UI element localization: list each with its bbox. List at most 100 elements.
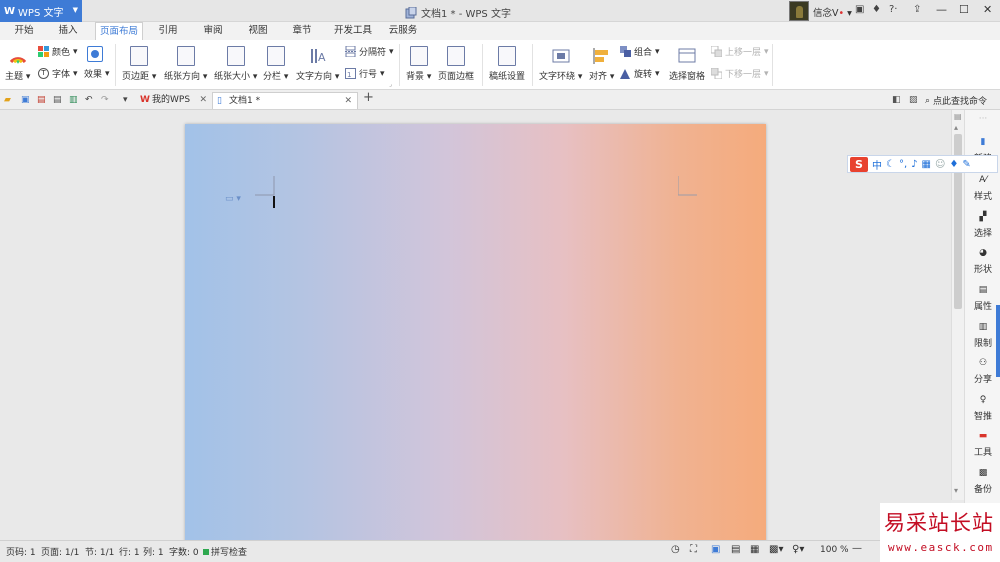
margins-button[interactable]: 页边距 ▾ [122,40,156,82]
split-icon[interactable]: ▤ [954,112,962,121]
send-backward-button[interactable]: 下移一层 ▾ [711,67,769,80]
tab-references[interactable]: 引用 [151,22,185,40]
open-icon[interactable]: ▰ [4,95,14,105]
zoom-level[interactable]: 100 % [820,545,849,555]
tab-chapter[interactable]: 章节 [285,22,319,40]
pane-styles[interactable]: A⁄ 样式 [965,175,1000,202]
sogou-logo-icon[interactable]: S [850,156,868,172]
tab-cloud[interactable]: 云服务 [383,22,423,40]
draft-paper-icon [498,46,516,66]
wrench-icon[interactable]: ✎ [962,159,970,170]
quick-access-bar: ▰ ▣ ▤ ▤ ▥ ↶ ↷ ▾ W 我的WPS ✕ ▯ 文档1 * ✕ + ◧ … [0,90,1000,110]
customize-chevron-icon[interactable]: ▾ [123,95,133,105]
draft-paper-button[interactable]: 稿纸设置 [489,40,525,82]
tab-document-1[interactable]: ▯ 文档1 * ✕ [212,92,358,109]
maximize-button[interactable]: ☐ [959,3,969,16]
tab-page-layout[interactable]: 页面布局 [95,22,143,40]
skin-icon[interactable]: ▣ [855,4,864,15]
zoom-out-icon[interactable]: — [852,543,862,554]
pane-share[interactable]: ⚇ 分享 [965,358,1000,385]
moon-icon[interactable]: ☾ [886,159,895,170]
status-pages[interactable]: 页面: 1/1 [41,545,79,558]
close-tab-icon[interactable]: ✕ [344,93,352,109]
pane-restrict[interactable]: ▥ 限制 [965,322,1000,349]
text-direction-button[interactable]: A 文字方向 ▾ [296,40,339,82]
breaks-button[interactable]: 分隔符 ▾ [345,45,394,58]
export-pdf-icon[interactable]: ▤ [37,95,47,105]
skin-shirt-icon[interactable]: ♦ [949,159,958,170]
command-search[interactable]: ⌕ 点此查找命令 [925,94,987,108]
pane-tools[interactable]: ▬ 工具 [965,431,1000,458]
close-button[interactable]: ✕ [983,3,992,16]
status-section[interactable]: 节: 1/1 [85,545,114,558]
theme-button[interactable]: 主题 ▾ [5,40,30,82]
keyboard-icon[interactable]: ▦ [922,159,931,170]
shirt-icon[interactable]: ♦ [872,4,881,15]
switch-icon[interactable]: ◧ [892,95,902,105]
spell-check-toggle[interactable]: 拼写检查 [203,545,247,558]
selection-pane-button[interactable]: 选择窗格 [669,40,705,82]
tab-home[interactable]: 开始 [6,22,42,40]
tab-my-wps[interactable]: W 我的WPS ✕ [136,92,212,109]
orientation-button[interactable]: 纸张方向 ▾ [164,40,207,82]
pane-recommend[interactable]: ♀ 智推 [965,395,1000,422]
print-icon[interactable]: ▤ [53,95,63,105]
colors-button[interactable]: 颜色 ▾ [38,45,78,58]
scroll-up-icon[interactable]: ▴ [954,123,958,132]
status-page-num[interactable]: 页码: 1 [6,545,36,558]
group-button[interactable]: 组合 ▾ [620,45,660,58]
save-icon[interactable]: ▣ [21,95,31,105]
close-tab-icon[interactable]: ✕ [199,92,207,108]
ime-mode[interactable]: 中 [872,157,882,172]
tool-icon[interactable]: ▨ [909,95,919,105]
restore-up-icon[interactable]: ⇪ [913,4,921,15]
fullscreen-icon[interactable]: ⛶ [690,544,697,555]
paper-size-button[interactable]: 纸张大小 ▾ [214,40,257,82]
dialog-launcher-icon[interactable]: ⌟ [389,81,392,88]
new-tab-plus-icon[interactable]: + [363,91,374,104]
background-button[interactable]: 背景 ▾ [406,40,431,82]
app-menu-button[interactable]: W WPS 文字 ▼ [0,0,82,22]
pane-shapes[interactable]: ◕ 形状 [965,248,1000,275]
redo-icon[interactable]: ↷ [101,95,111,105]
microphone-icon[interactable]: ♪ [911,159,917,170]
history-icon[interactable]: ◷ [671,544,680,555]
tab-view[interactable]: 视图 [241,22,275,40]
web-view-icon[interactable]: ▦ [750,544,759,555]
tab-developer[interactable]: 开发工具 [330,22,376,40]
wrap-text-button[interactable]: 文字环绕 ▾ [539,40,582,82]
status-words[interactable]: 字数: 0 [169,545,199,558]
pane-collapse-handle[interactable] [996,305,1000,377]
help-icon[interactable]: ?· [889,4,898,15]
font-theme-button[interactable]: T 字体 ▾ [38,67,78,80]
columns-button[interactable]: 分栏 ▾ [263,40,288,82]
ime-toolbar[interactable]: S 中 ☾ °, ♪ ▦ ☺ ♦ ✎ [847,155,998,173]
page-view-icon[interactable]: ▣ [711,544,720,555]
minimize-button[interactable]: — [936,3,947,16]
scroll-down-icon[interactable]: ▾ [954,486,958,495]
undo-icon[interactable]: ↶ [85,95,95,105]
pane-properties[interactable]: ▤ 属性 [965,285,1000,312]
rotate-button[interactable]: 旋转 ▾ [620,67,660,80]
document-page[interactable]: ▭ ▾ [185,124,766,540]
user-icon[interactable]: ☺ [935,159,945,170]
paragraph-layout-icon[interactable]: ▭ ▾ [225,194,241,204]
bring-forward-button[interactable]: 上移一层 ▾ [711,45,769,58]
tab-review[interactable]: 审阅 [196,22,230,40]
read-mode-icon[interactable]: ▩▾ [769,544,783,555]
effects-button[interactable]: 效果 ▾ [84,67,110,81]
align-button[interactable]: 对齐 ▾ [589,40,614,82]
line-numbers-button[interactable]: 1 行号 ▾ [345,67,385,80]
user-avatar[interactable] [789,1,809,21]
punctuation-icon[interactable]: °, [899,159,907,170]
tab-insert[interactable]: 插入 [50,22,86,40]
preview-icon[interactable]: ▥ [69,95,79,105]
user-name[interactable]: 信念V• ▾ [813,5,852,19]
effects-icon[interactable] [87,46,103,62]
outline-view-icon[interactable]: ▤ [731,544,740,555]
pane-backup[interactable]: ▩ 备份 [965,468,1000,495]
eye-protect-icon[interactable]: ♀▾ [792,544,804,555]
document-canvas[interactable]: ▭ ▾ [0,110,951,540]
page-border-button[interactable]: 页面边框 [438,40,474,82]
pane-select[interactable]: ▞ 选择 [965,212,1000,239]
